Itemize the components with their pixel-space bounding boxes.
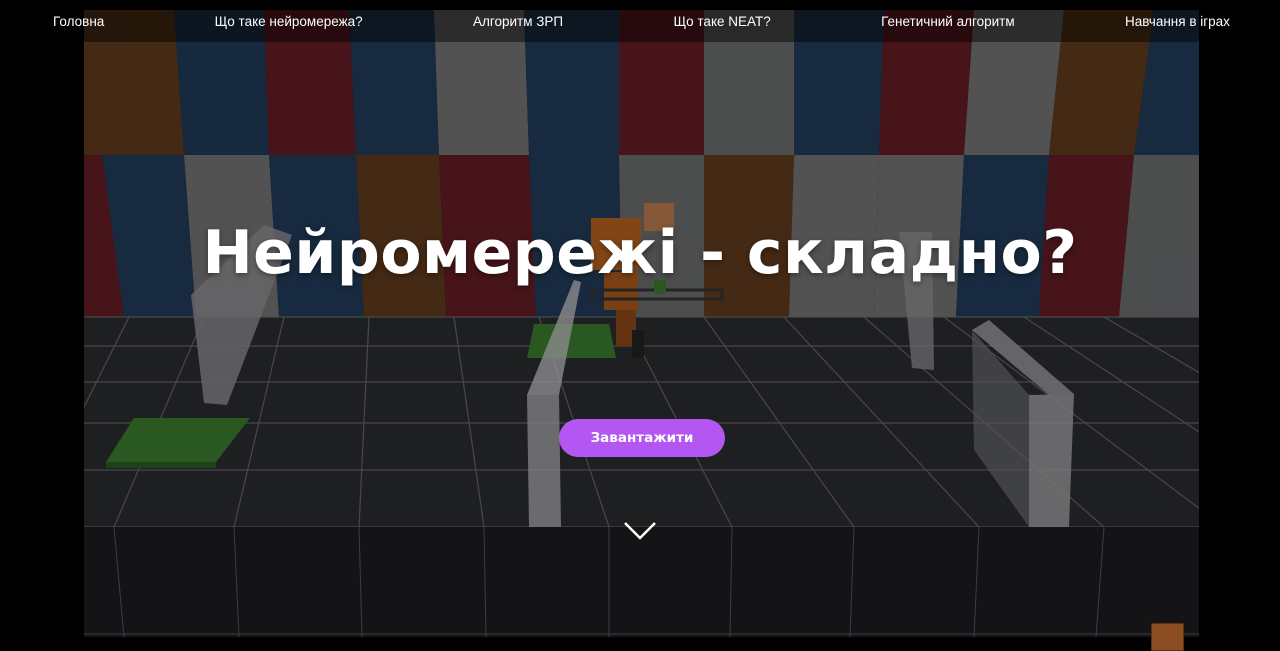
nav-link-what-is-neural-network[interactable]: Що таке нейромережа? — [215, 14, 363, 29]
download-button[interactable]: Завантажити — [559, 419, 725, 457]
top-navigation: Головна Що таке нейромережа? Алгоритм ЗР… — [0, 0, 1280, 42]
nav-link-home[interactable]: Головна — [53, 14, 104, 29]
nav-link-genetic-algorithm[interactable]: Генетичний алгоритм — [881, 14, 1015, 29]
robot-avatar-icon — [1151, 623, 1184, 651]
nav-link-learning-in-games[interactable]: Навчання в іграх — [1125, 14, 1230, 29]
nav-link-backpropagation[interactable]: Алгоритм ЗРП — [473, 14, 563, 29]
chevron-down-icon[interactable] — [622, 517, 658, 543]
nav-link-what-is-neat[interactable]: Що таке NEAT? — [673, 14, 770, 29]
hero-headline: Нейромережі - складно? — [202, 218, 1078, 288]
